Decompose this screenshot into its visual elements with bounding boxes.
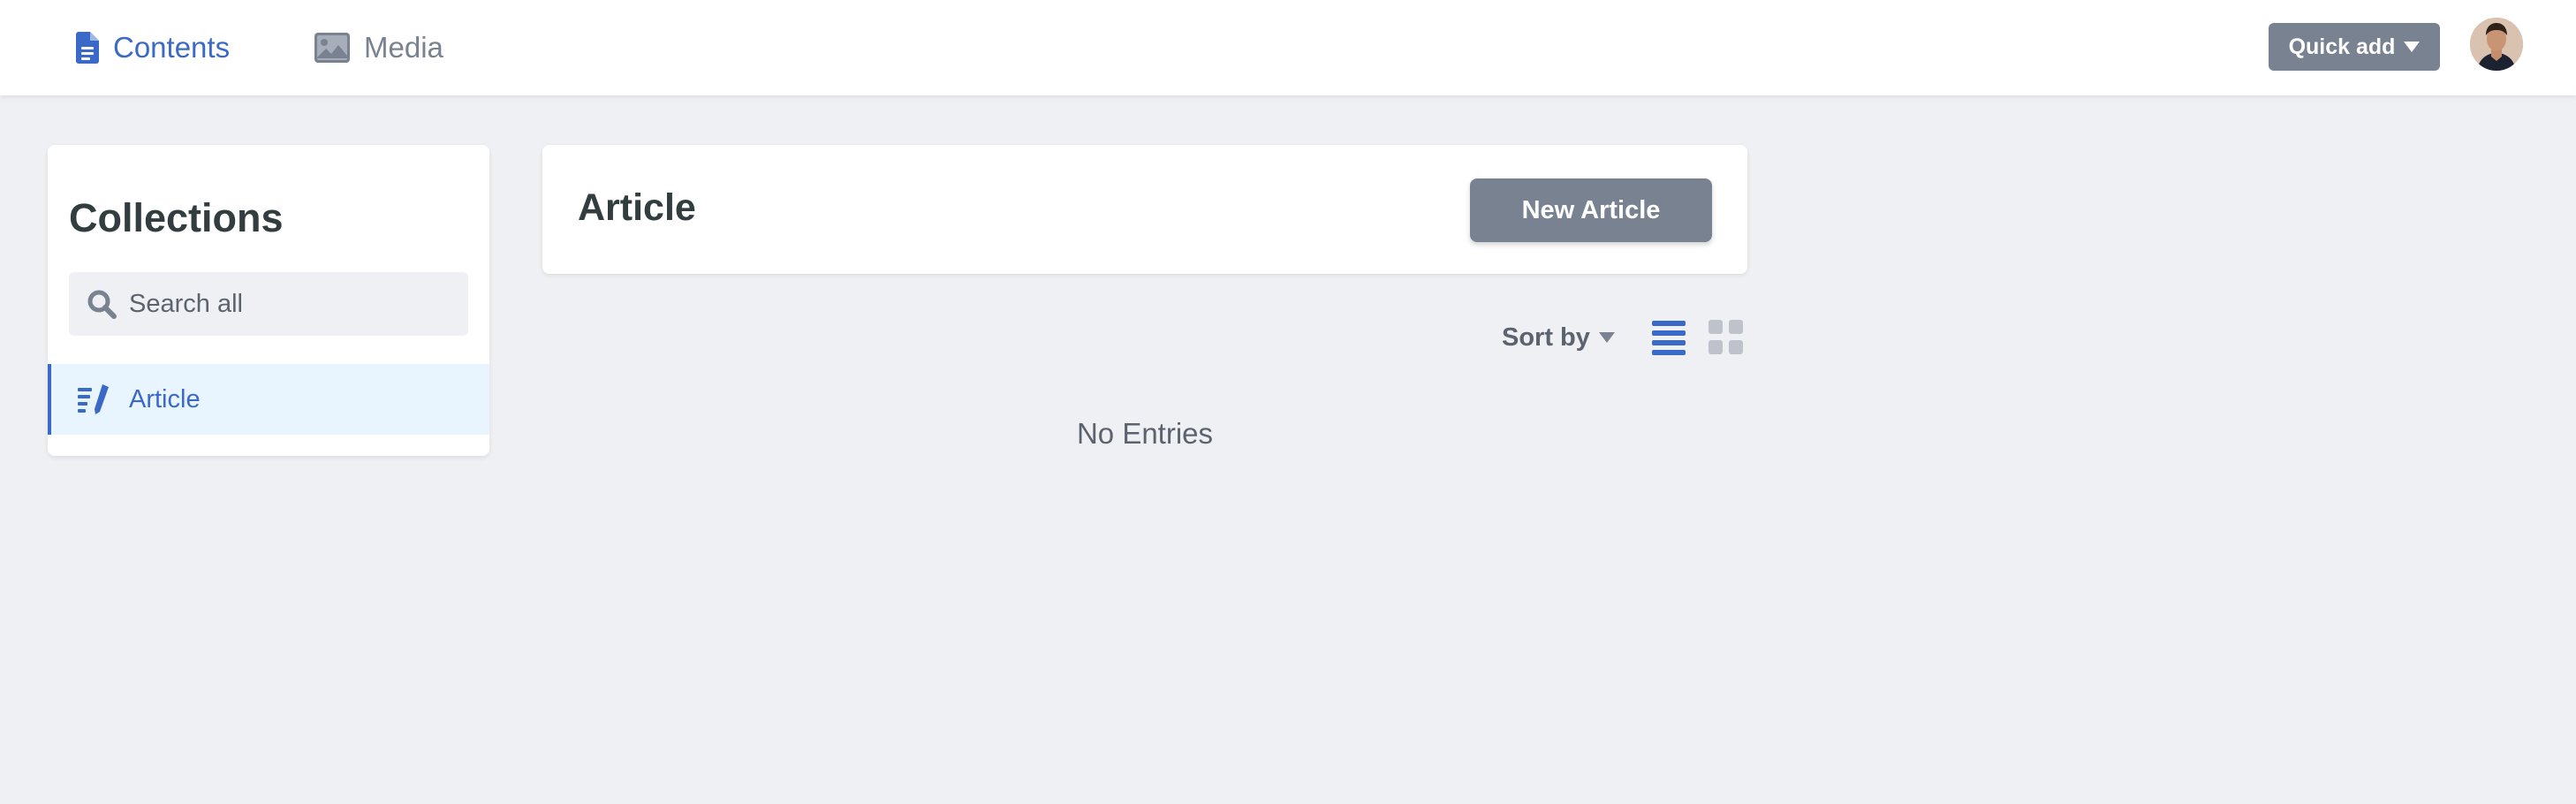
quick-add-label: Quick add — [2288, 34, 2396, 59]
grid-view-icon — [1708, 320, 1743, 354]
nav-media[interactable]: Media — [314, 25, 443, 71]
search-box[interactable] — [69, 272, 468, 336]
list-view-icon — [1652, 321, 1686, 355]
sidebar-title: Collections — [69, 195, 284, 240]
page-title: Article — [578, 186, 696, 229]
empty-state-message: No Entries — [1076, 417, 1214, 450]
write-icon — [78, 383, 110, 415]
chevron-down-icon — [2404, 42, 2421, 52]
list-view-toggle[interactable] — [1652, 320, 1686, 355]
new-article-button[interactable]: New Article — [1470, 178, 1712, 242]
collection-header: Article New Article — [542, 145, 1747, 274]
quick-add-button[interactable]: Quick add — [2269, 23, 2440, 71]
nav-media-label: Media — [364, 31, 443, 64]
nav-contents-label: Contents — [113, 31, 231, 64]
sidebar-item-label: Article — [129, 384, 201, 413]
search-input[interactable] — [127, 288, 449, 320]
avatar[interactable] — [2470, 18, 2523, 71]
image-icon — [314, 33, 350, 63]
top-bar: Contents Media Quick add — [0, 0, 2576, 95]
sort-by-label: Sort by — [1502, 322, 1590, 352]
document-icon — [76, 32, 99, 64]
grid-view-toggle[interactable] — [1708, 320, 1744, 355]
nav-contents[interactable]: Contents — [76, 25, 230, 71]
sort-by-dropdown[interactable]: Sort by — [1502, 320, 1615, 355]
collections-sidebar: Collections Article — [48, 145, 489, 456]
search-icon — [87, 289, 117, 319]
chevron-down-icon — [1598, 332, 1615, 343]
sidebar-item-article[interactable]: Article — [48, 364, 489, 435]
